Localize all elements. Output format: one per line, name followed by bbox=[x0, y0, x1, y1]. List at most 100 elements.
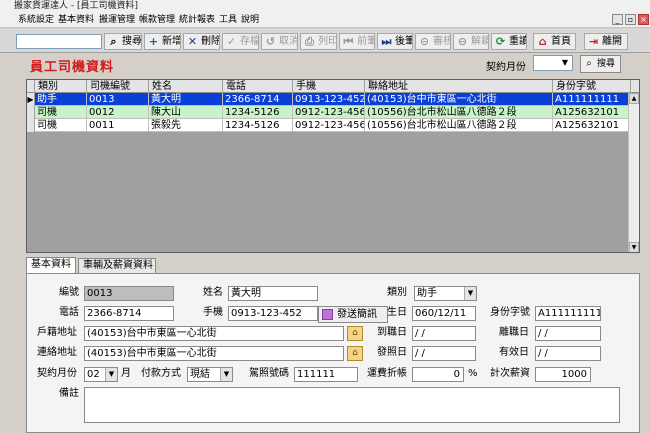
address-lookup-home-icon[interactable]: ⌂ bbox=[347, 326, 363, 341]
home-icon: ⌂ bbox=[538, 35, 547, 48]
phone-field[interactable]: 2366-8714 bbox=[84, 306, 174, 321]
onboard-date-field[interactable]: / / bbox=[412, 326, 476, 341]
save-button[interactable]: ✓ 存檔 bbox=[222, 33, 259, 50]
birthday-label: 生日 bbox=[387, 307, 407, 318]
menu-tools[interactable]: 工具 bbox=[219, 14, 237, 26]
cell-contact-address[interactable]: (40153)台中市東區一心北街 bbox=[365, 93, 553, 106]
menu-reports[interactable]: 統計報表 bbox=[179, 14, 215, 26]
tab-vehicle-salary[interactable]: 車輛及薪資資料 bbox=[78, 258, 156, 273]
check-icon: ✓ bbox=[226, 35, 237, 48]
name-label: 姓名 bbox=[203, 287, 223, 298]
undo-icon: ↺ bbox=[265, 35, 276, 48]
cell-type[interactable]: 司機 bbox=[35, 119, 87, 132]
valid-date-field[interactable]: / / bbox=[535, 346, 601, 361]
menu-system-settings[interactable]: 系統設定 bbox=[18, 14, 54, 26]
cell-phone[interactable]: 1234-5126 bbox=[223, 106, 293, 119]
search-icon: ⌕ bbox=[586, 58, 592, 69]
birthday-field[interactable]: 060/12/11 bbox=[412, 306, 476, 321]
household-address-field[interactable]: (40153)台中市東區一心北街 bbox=[84, 326, 344, 341]
scroll-down-icon[interactable]: ▼ bbox=[629, 242, 639, 252]
table-row[interactable]: 司機 0012 陳大山 1234-5126 0912-123-456 (10556)台北市… bbox=[27, 106, 631, 119]
column-header-name[interactable]: 姓名 bbox=[149, 80, 223, 93]
cell-mobile[interactable]: 0912-123-456 bbox=[293, 106, 365, 119]
cell-id-number[interactable]: A111111111 bbox=[553, 93, 631, 106]
scroll-up-icon[interactable]: ▲ bbox=[629, 93, 639, 104]
unlock-button[interactable]: ⊖ 解鎖 bbox=[453, 33, 489, 50]
print-button[interactable]: ⎙ 列印 bbox=[300, 33, 337, 50]
column-header-id-number[interactable]: 身份字號 bbox=[553, 80, 631, 93]
cell-name[interactable]: 張毅先 bbox=[149, 119, 223, 132]
name-field[interactable]: 黃大明 bbox=[228, 286, 318, 301]
detail-form-panel: 編號 0013 姓名 黃大明 類別 助手 ▼ 電話 2366-8714 手機 09… bbox=[26, 273, 640, 433]
mobile-field[interactable]: 0913-123-452 bbox=[228, 306, 318, 321]
menu-moving-management[interactable]: 搬運管理 bbox=[99, 14, 135, 26]
cell-phone[interactable]: 2366-8714 bbox=[223, 93, 293, 106]
cell-driver-id[interactable]: 0012 bbox=[87, 106, 149, 119]
cell-type[interactable]: 助手 bbox=[35, 93, 87, 106]
home-button[interactable]: ⌂ 首頁 bbox=[533, 33, 576, 50]
cell-mobile[interactable]: 0912-123-456 bbox=[293, 119, 365, 132]
piece-salary-field[interactable]: 1000 bbox=[535, 367, 591, 382]
column-header-type[interactable]: 類別 bbox=[35, 80, 87, 93]
column-header-mobile[interactable]: 手機 bbox=[293, 80, 365, 93]
type-select[interactable]: 助手 ▼ bbox=[414, 286, 477, 301]
minimize-icon[interactable]: _ bbox=[612, 14, 623, 25]
row-selector[interactable] bbox=[27, 106, 35, 119]
cancel-button[interactable]: ↺ 取消 bbox=[261, 33, 298, 50]
contract-month-select[interactable]: 02 ▼ bbox=[84, 367, 118, 382]
previous-record-button[interactable]: ⏮ 前筆 bbox=[339, 33, 375, 50]
approve-button[interactable]: ⊝ 審核 bbox=[415, 33, 451, 50]
cell-phone[interactable]: 1234-5126 bbox=[223, 119, 293, 132]
leave-date-field[interactable]: / / bbox=[535, 326, 601, 341]
menu-basic-data[interactable]: 基本資料 bbox=[58, 14, 94, 26]
column-header-phone[interactable]: 電話 bbox=[223, 80, 293, 93]
cell-contact-address[interactable]: (10556)台北市松山區八德路２段 bbox=[365, 119, 553, 132]
send-sms-button[interactable]: 發送簡訊 bbox=[318, 306, 388, 323]
table-vertical-scrollbar[interactable]: ▲ ▼ bbox=[628, 93, 639, 252]
payment-method-select[interactable]: 現結 ▼ bbox=[187, 367, 233, 382]
column-header-driver-id[interactable]: 司機編號 bbox=[87, 80, 149, 93]
filter-search-button[interactable]: ⌕ 搜尋 bbox=[580, 55, 621, 73]
cell-driver-id[interactable]: 0011 bbox=[87, 119, 149, 132]
menu-help[interactable]: 說明 bbox=[241, 14, 259, 26]
restore-icon[interactable]: ▫ bbox=[625, 14, 636, 25]
add-button[interactable]: + 新增 bbox=[144, 33, 181, 50]
search-button[interactable]: ⌕ 搜尋 bbox=[104, 33, 142, 50]
chevron-down-icon[interactable]: ▼ bbox=[464, 287, 476, 300]
toolbar: ⌕ 搜尋 + 新增 ✕ 刪除 ✓ 存檔 ↺ 取消 ⎙ 列印 ⏮ 前筆 ⏭ 後筆 ⊝ 審核 ⊖ 解鎖 … bbox=[0, 29, 650, 53]
contact-address-field[interactable]: (40153)台中市東區一心北街 bbox=[84, 346, 344, 361]
page-title: 員工司機資料 bbox=[30, 60, 115, 75]
address-lookup-home-icon[interactable]: ⌂ bbox=[347, 346, 363, 361]
toolbar-search-input[interactable] bbox=[16, 34, 102, 49]
column-header-contact-address[interactable]: 聯絡地址 bbox=[365, 80, 553, 93]
license-issue-date-field[interactable]: / / bbox=[412, 346, 476, 361]
delete-button[interactable]: ✕ 刪除 bbox=[183, 33, 220, 50]
contract-month-filter-label: 契約月份 bbox=[486, 62, 526, 73]
cell-name[interactable]: 黃大明 bbox=[149, 93, 223, 106]
contract-month-filter-select[interactable]: ▼ bbox=[533, 55, 573, 71]
row-selector[interactable] bbox=[27, 119, 35, 132]
tab-basic-data[interactable]: 基本資料 bbox=[26, 257, 76, 273]
cell-type[interactable]: 司機 bbox=[35, 106, 87, 119]
close-icon[interactable]: × bbox=[638, 14, 649, 25]
cell-contact-address[interactable]: (10556)台北市松山區八德路２段 bbox=[365, 106, 553, 119]
exit-button[interactable]: ⇥ 離開 bbox=[584, 33, 628, 50]
reload-button[interactable]: ⟳ 重讀 bbox=[491, 33, 527, 50]
cell-id-number[interactable]: A125632101 bbox=[553, 119, 631, 132]
table-row[interactable]: ▶ 助手 0013 黃大明 2366-8714 0913-123-452 (40153)台中… bbox=[27, 93, 631, 106]
freight-discount-field[interactable]: 0 bbox=[412, 367, 464, 382]
cell-name[interactable]: 陳大山 bbox=[149, 106, 223, 119]
chevron-down-icon[interactable]: ▼ bbox=[220, 368, 232, 381]
menu-accounts-management[interactable]: 帳款管理 bbox=[139, 14, 175, 26]
cell-driver-id[interactable]: 0013 bbox=[87, 93, 149, 106]
chevron-down-icon[interactable]: ▼ bbox=[105, 368, 117, 381]
license-number-field[interactable]: 111111 bbox=[294, 367, 358, 382]
table-row[interactable]: 司機 0011 張毅先 1234-5126 0912-123-456 (10556)台北市… bbox=[27, 119, 631, 132]
cell-id-number[interactable]: A125632101 bbox=[553, 106, 631, 119]
chevron-down-icon[interactable]: ▼ bbox=[558, 56, 572, 70]
cell-mobile[interactable]: 0913-123-452 bbox=[293, 93, 365, 106]
note-textarea[interactable] bbox=[84, 387, 620, 423]
row-selector[interactable]: ▶ bbox=[27, 93, 35, 106]
next-record-button[interactable]: ⏭ 後筆 bbox=[377, 33, 413, 50]
id-number-field[interactable]: A111111111 bbox=[535, 306, 601, 321]
